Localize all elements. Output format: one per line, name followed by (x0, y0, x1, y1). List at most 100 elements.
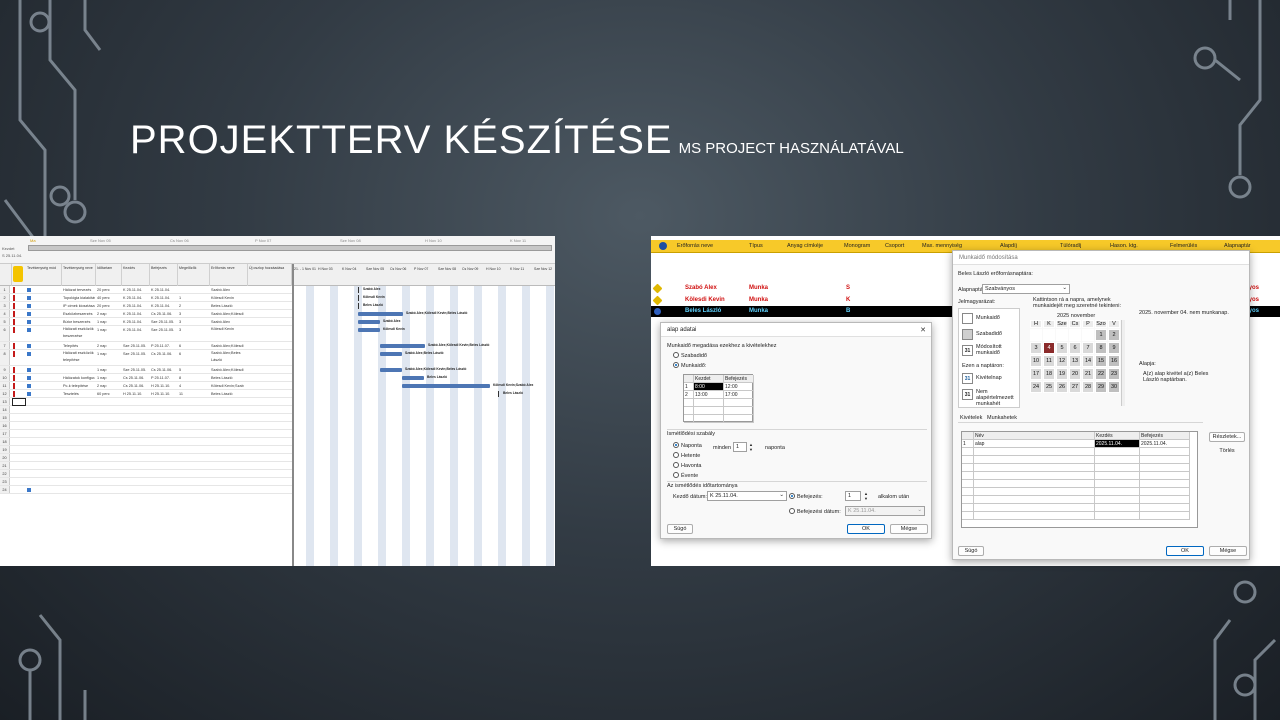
delete-button[interactable]: Törlés (1209, 446, 1245, 456)
table-row[interactable]: 14 (0, 406, 292, 414)
calendar-day[interactable]: 16 (1108, 355, 1120, 367)
end-after-spinner-icon[interactable]: ▲ ▼ (864, 491, 868, 501)
calendar-day[interactable]: 17 (1030, 368, 1042, 380)
exception-empty-cell[interactable] (962, 488, 974, 496)
table-row[interactable]: 21 (0, 462, 292, 470)
month-calendar[interactable]: H K Sze Cs P Szo V 1 2 3 4 5 6 7 8 9 10 11 12 13 14 15 16 17 18 1… (1030, 320, 1120, 406)
time-cell-n[interactable]: 1 (684, 383, 694, 391)
calendar-day[interactable]: 30 (1108, 381, 1120, 393)
time-empty-cell[interactable] (724, 415, 754, 423)
exception-empty-cell[interactable] (1140, 488, 1190, 496)
calendar-day[interactable]: 15 (1095, 355, 1107, 367)
exception-empty-cell[interactable] (962, 504, 974, 512)
calendar-day[interactable] (1043, 329, 1055, 341)
gantt-bar[interactable] (380, 344, 425, 348)
gantt-bar[interactable] (358, 320, 380, 324)
calendar-day[interactable]: 28 (1082, 381, 1094, 393)
tab-work-weeks[interactable]: Munkahetek (987, 415, 1017, 421)
exception-empty-cell[interactable] (974, 488, 1095, 496)
base-calendar-select[interactable]: Szabványos ⌄ (982, 284, 1070, 294)
time-empty-cell[interactable] (684, 415, 694, 423)
exception-empty-cell[interactable] (962, 480, 974, 488)
exception-empty-cell[interactable] (1140, 456, 1190, 464)
recurrence-radio-2[interactable] (673, 462, 679, 468)
table-row[interactable]: 1 Hálózat tervezés 20 perc K 25.11.04. K 25.… (0, 286, 292, 294)
grid-header-1[interactable]: Tevékenység neve (62, 264, 96, 286)
time-empty-cell[interactable] (684, 407, 694, 415)
exception-empty-cell[interactable] (962, 456, 974, 464)
table-row[interactable]: 22 (0, 470, 292, 478)
calendar-day[interactable]: 20 (1069, 368, 1081, 380)
exception-empty-cell[interactable] (1095, 456, 1140, 464)
end-by-radio[interactable] (789, 508, 795, 514)
table-row[interactable]: 15 (0, 414, 292, 422)
resource-column-4[interactable]: Csoport (885, 243, 904, 249)
table-row[interactable]: 4 Eszközbeszerzés 2 nap K 25.11.04. Cs 25.11… (0, 310, 292, 318)
exception-cell-row_start[interactable]: 2025.11.04. (1095, 440, 1140, 448)
table-row[interactable]: 8 Hálózati eszközök telepítése 1 nap Sze 25… (0, 350, 292, 366)
end-after-input[interactable]: 1 (845, 491, 861, 501)
cancel-button[interactable]: Mégse (1209, 546, 1247, 556)
grid-header-0[interactable]: Tevékenység mód (26, 264, 62, 286)
calendar-day[interactable]: 12 (1056, 355, 1068, 367)
resource-column-7[interactable]: Túlóradíj (1060, 243, 1081, 249)
exception-empty-cell[interactable] (962, 472, 974, 480)
calendar-day[interactable]: 25 (1043, 381, 1055, 393)
calendar-day[interactable]: 21 (1082, 368, 1094, 380)
calendar-day[interactable]: 3 (1030, 342, 1042, 354)
calendar-day[interactable]: 6 (1069, 342, 1081, 354)
gantt-bar[interactable] (358, 312, 403, 316)
details-help-button[interactable]: Súgó (667, 524, 693, 534)
resource-column-0[interactable]: Erőforrás neve (677, 243, 713, 249)
selected-cell[interactable] (12, 398, 26, 406)
exception-empty-cell[interactable] (962, 496, 974, 504)
close-icon[interactable]: ✕ (920, 326, 926, 334)
end-after-radio[interactable] (789, 493, 795, 499)
calendar-day[interactable] (1056, 329, 1068, 341)
time-cell-n[interactable]: 2 (684, 391, 694, 399)
exception-empty-cell[interactable] (1095, 480, 1140, 488)
calendar-day[interactable]: 22 (1095, 368, 1107, 380)
recurrence-radio-1[interactable] (673, 452, 679, 458)
calendar-day[interactable]: 8 (1095, 342, 1107, 354)
resource-column-6[interactable]: Alapdíj (1000, 243, 1017, 249)
exception-empty-cell[interactable] (1095, 496, 1140, 504)
calendar-day[interactable]: 5 (1056, 342, 1068, 354)
exception-empty-cell[interactable] (1140, 464, 1190, 472)
table-row[interactable]: 20 (0, 454, 292, 462)
exception-empty-cell[interactable] (974, 472, 1095, 480)
table-row[interactable]: 24 (0, 486, 292, 494)
exception-cell-row_end[interactable]: 2025.11.04. (1140, 440, 1190, 448)
calendar-day[interactable]: 14 (1082, 355, 1094, 367)
table-row[interactable]: 23 (0, 478, 292, 486)
grid-header-5[interactable]: Megelőzők (178, 264, 210, 286)
calendar-day[interactable] (1082, 329, 1094, 341)
end-by-input[interactable]: K 25.11.04. ⌄ (845, 506, 925, 516)
calendar-day[interactable]: 7 (1082, 342, 1094, 354)
table-row[interactable]: 5 Bútor beszerzés 1 nap K 25.11.04. Sze 25.1… (0, 318, 292, 326)
exception-empty-cell[interactable] (1095, 464, 1140, 472)
help-button[interactable]: Súgó (958, 546, 984, 556)
resource-row[interactable]: Szabó Alex Munka S (651, 283, 951, 294)
time-empty-cell[interactable] (684, 399, 694, 407)
resource-column-8[interactable]: Hason. ktg. (1110, 243, 1138, 249)
resource-row[interactable]: Beles László Munka B (651, 306, 953, 317)
resource-column-5[interactable]: Max. mennyiség (922, 243, 962, 249)
table-row[interactable]: 18 (0, 438, 292, 446)
table-row[interactable]: 3 IP címek kiosztása 20 perc K 25.11.04. K 2… (0, 302, 292, 310)
exception-empty-cell[interactable] (962, 448, 974, 456)
calendar-day[interactable]: 1 (1095, 329, 1107, 341)
table-row[interactable]: 17 (0, 430, 292, 438)
exception-empty-cell[interactable] (1140, 472, 1190, 480)
recurrence-radio-3[interactable] (673, 472, 679, 478)
exception-empty-cell[interactable] (974, 456, 1095, 464)
work-time-radio[interactable] (673, 362, 679, 368)
table-row[interactable]: 19 (0, 446, 292, 454)
calendar-day[interactable]: 19 (1056, 368, 1068, 380)
calendar-day[interactable]: 4 (1043, 342, 1055, 354)
calendar-day[interactable] (1069, 329, 1081, 341)
table-row[interactable]: 12 Tesztelés 60 perc H 25.11.10. H 25.11.10.… (0, 390, 292, 398)
table-row[interactable]: 11 Pc-k telepítése 2 nap Cs 25.11.06. H 25.1… (0, 382, 292, 390)
exception-empty-cell[interactable] (1140, 496, 1190, 504)
gantt-bar[interactable] (380, 368, 402, 372)
